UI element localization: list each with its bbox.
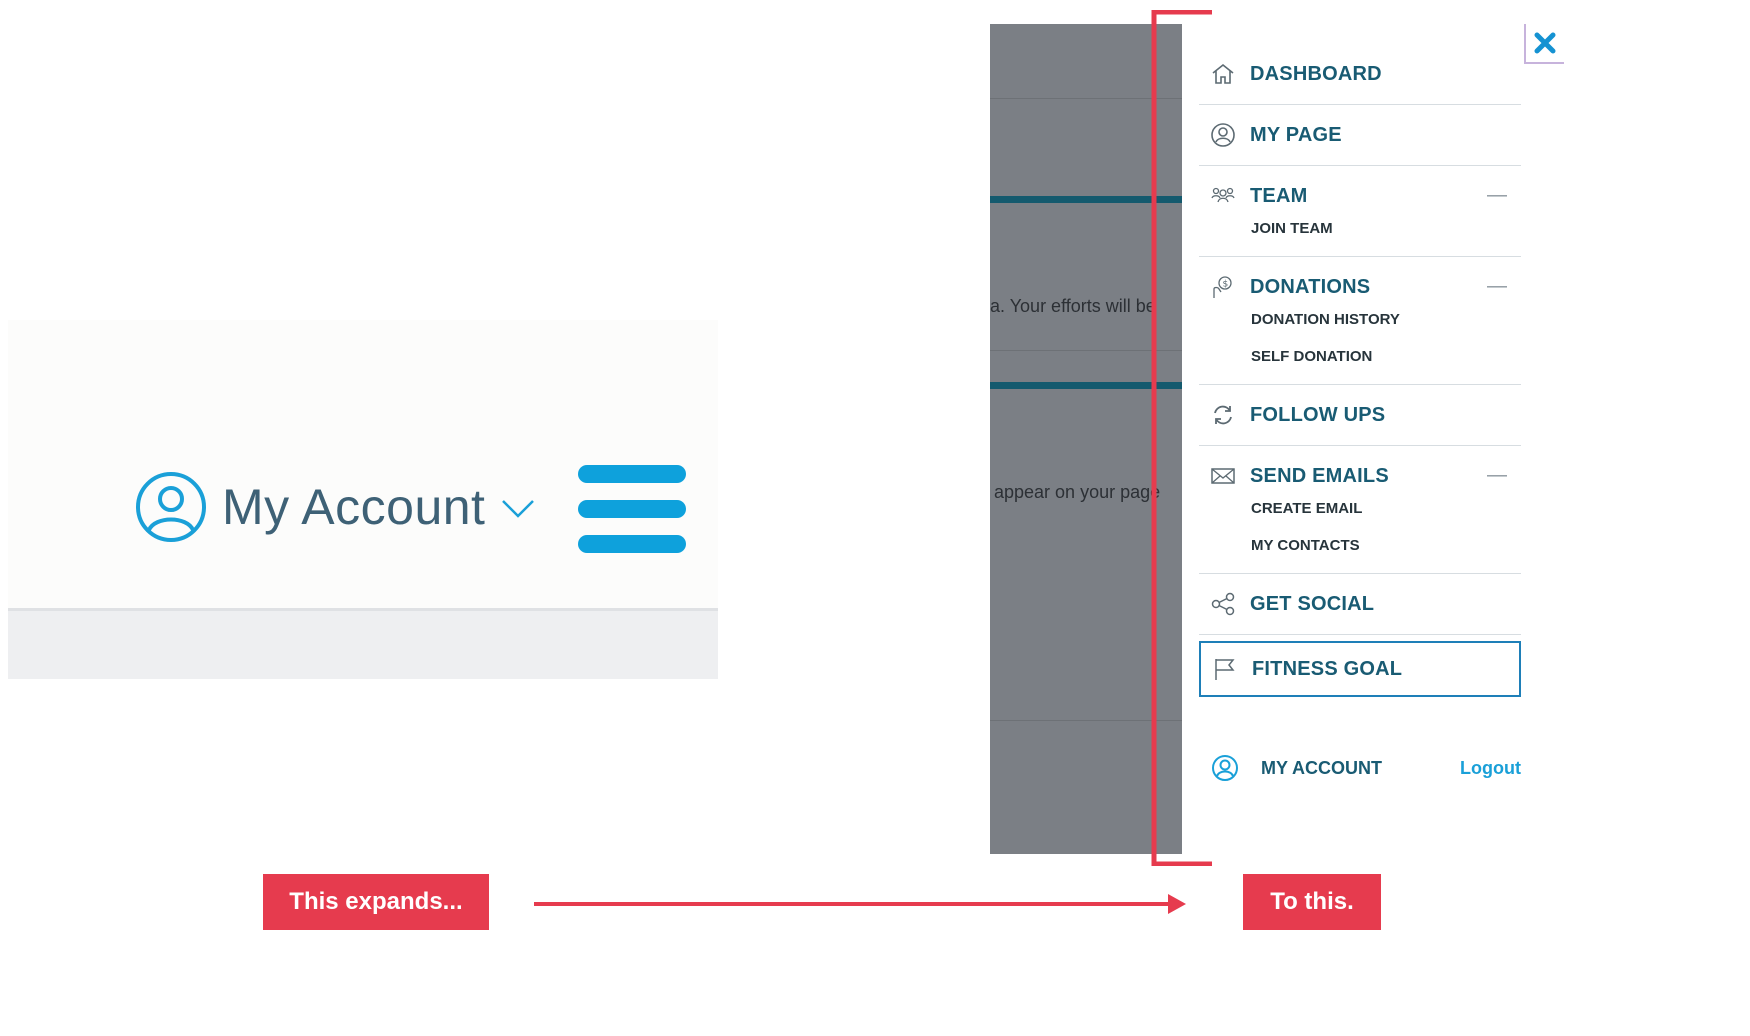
callout-to-this: To this. [1243, 874, 1381, 930]
menu-item-send-emails[interactable]: SEND EMAILS — CREATE EMAIL MY CONTACTS [1199, 446, 1521, 574]
callout-this-expands: This expands... [263, 874, 489, 930]
menu-item-get-social[interactable]: GET SOCIAL [1199, 574, 1521, 635]
hamburger-bar [578, 465, 686, 483]
account-row: MY ACCOUNT Logout [1199, 746, 1521, 790]
my-account-label: My Account [222, 479, 486, 535]
collapse-toggle[interactable]: — [1487, 275, 1507, 298]
menu-item-donations[interactable]: $ DONATIONS — DONATION HISTORY SELF DONA… [1199, 257, 1521, 385]
menu-label: TEAM [1250, 184, 1308, 207]
submenu-item-donation-history[interactable]: DONATION HISTORY [1251, 310, 1521, 347]
menu-label: SEND EMAILS [1250, 464, 1389, 487]
menu-item-fitness-goal[interactable]: FITNESS GOAL [1199, 641, 1521, 697]
user-circle-icon [1212, 755, 1238, 781]
hamburger-bar [578, 535, 686, 553]
close-button[interactable] [1524, 24, 1564, 64]
hamburger-menu-button[interactable] [578, 462, 690, 554]
nav-menu: DASHBOARD MY PAGE TEAM — JOIN TEAM $ DON… [1199, 44, 1521, 697]
overlay-text-2: appear on your page [994, 482, 1161, 502]
header-bottom-strip [8, 608, 718, 679]
zoomed-header: My Account [8, 320, 718, 679]
hamburger-bar [578, 500, 686, 518]
arrow-right-icon [534, 894, 1186, 914]
my-account-dropdown[interactable]: My Account [134, 470, 535, 544]
menu-label: DASHBOARD [1250, 62, 1382, 85]
my-account-link[interactable]: MY ACCOUNT [1261, 758, 1382, 779]
collapse-toggle[interactable]: — [1487, 184, 1507, 207]
user-circle-icon [136, 472, 206, 542]
menu-item-my-page[interactable]: MY PAGE [1199, 105, 1521, 166]
submenu: JOIN TEAM [1199, 219, 1521, 256]
svg-text:$: $ [1223, 280, 1229, 290]
submenu-item-join-team[interactable]: JOIN TEAM [1251, 219, 1521, 256]
collapse-toggle[interactable]: — [1487, 464, 1507, 487]
annotation-bracket [1151, 10, 1212, 866]
flag-icon [1215, 659, 1235, 680]
logout-link[interactable]: Logout [1460, 758, 1521, 779]
menu-label: FITNESS GOAL [1252, 657, 1403, 680]
menu-label: GET SOCIAL [1250, 592, 1375, 615]
menu-label: DONATIONS [1250, 275, 1371, 298]
close-icon [1534, 32, 1556, 54]
menu-label: FOLLOW UPS [1250, 403, 1386, 426]
overlay-text-1: a. Your efforts will be [990, 296, 1156, 316]
submenu-item-create-email[interactable]: CREATE EMAIL [1251, 499, 1521, 536]
submenu-item-my-contacts[interactable]: MY CONTACTS [1251, 536, 1521, 573]
menu-item-team[interactable]: TEAM — JOIN TEAM [1199, 166, 1521, 257]
menu-item-follow-ups[interactable]: FOLLOW UPS [1199, 385, 1521, 446]
submenu: CREATE EMAIL MY CONTACTS [1199, 499, 1521, 573]
chevron-down-icon [502, 500, 535, 518]
submenu-item-self-donation[interactable]: SELF DONATION [1251, 347, 1521, 384]
submenu: DONATION HISTORY SELF DONATION [1199, 310, 1521, 384]
menu-label: MY PAGE [1250, 123, 1342, 146]
menu-item-dashboard[interactable]: DASHBOARD [1199, 44, 1521, 105]
